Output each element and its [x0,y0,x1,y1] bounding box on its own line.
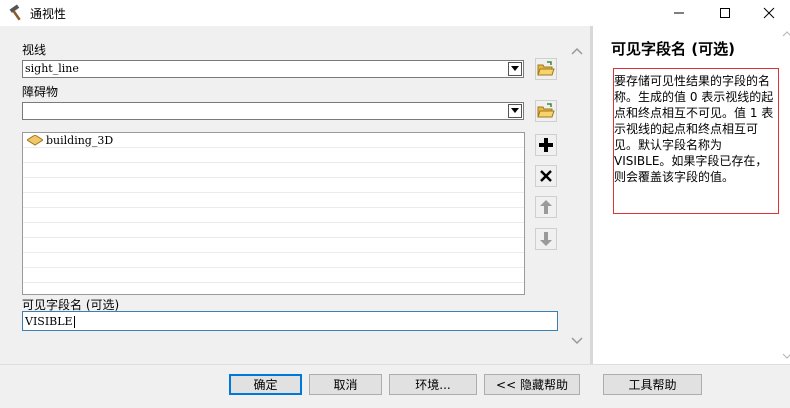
list-item-label: building_3D [46,134,114,147]
arrow-up-icon [540,200,552,214]
help-text: 要存储可见性结果的字段的名称。生成的值 0 表示视线的起点和终点相互不可见。值 … [613,68,779,214]
obstruction-list[interactable]: building_3D [22,132,525,295]
move-up-button[interactable] [535,196,557,218]
list-item[interactable]: building_3D [23,133,524,148]
hide-help-button[interactable]: << 隐藏帮助 [484,374,580,395]
move-down-button[interactable] [535,228,557,250]
maximize-icon [720,8,730,18]
dropdown-arrow-icon[interactable] [508,62,522,76]
dialog-body: 视线 sight_line 障碍物 building_3D 可见字段名 (可选)… [0,26,790,364]
remove-button[interactable] [535,165,557,187]
browse-obstruction-button[interactable] [535,100,557,122]
browse-sight-line-button[interactable] [535,58,557,80]
help-pane: 可见字段名 (可选) 要存储可见性结果的字段的名称。生成的值 0 表示视线的起点… [590,26,790,364]
cancel-button[interactable]: 取消 [309,374,382,395]
sight-line-value: sight_line [25,62,79,75]
parameters-panel: 视线 sight_line 障碍物 building_3D 可见字段名 (可选)… [0,26,590,364]
sight-line-combo[interactable]: sight_line [22,60,524,78]
title-bar: 通视性 [0,0,790,26]
open-folder-icon [537,61,555,76]
obstruction-combo[interactable] [22,102,524,120]
close-icon [763,7,775,19]
arrow-down-icon [540,232,552,246]
plus-icon [539,138,553,152]
minimize-button[interactable] [656,0,702,26]
environments-button[interactable]: 环境... [389,374,477,395]
chevron-down-icon[interactable] [568,334,586,348]
open-folder-icon [537,103,555,118]
help-title: 可见字段名 (可选) [611,40,735,58]
polygon-layer-icon [26,134,44,149]
obstruction-label: 障碍物 [22,85,59,99]
visible-field-value: VISIBLE [25,315,75,328]
delete-x-icon [540,170,552,182]
window-title: 通视性 [30,7,67,21]
button-bar: 确定 取消 环境... << 隐藏帮助 工具帮助 [0,364,790,408]
parameters-scrollbar[interactable] [568,36,586,356]
ok-button[interactable]: 确定 [229,374,302,395]
close-button[interactable] [746,0,790,26]
chevron-up-icon[interactable] [568,44,586,58]
add-button[interactable] [535,134,557,156]
sight-line-label: 视线 [22,43,47,57]
minimize-icon [674,12,684,14]
help-scrollbar[interactable] [781,26,790,364]
tool-help-button[interactable]: 工具帮助 [603,374,702,395]
visible-field-input[interactable]: VISIBLE [22,311,558,331]
dropdown-arrow-icon[interactable] [508,104,522,118]
hammer-icon [8,4,26,22]
maximize-button[interactable] [702,0,748,26]
